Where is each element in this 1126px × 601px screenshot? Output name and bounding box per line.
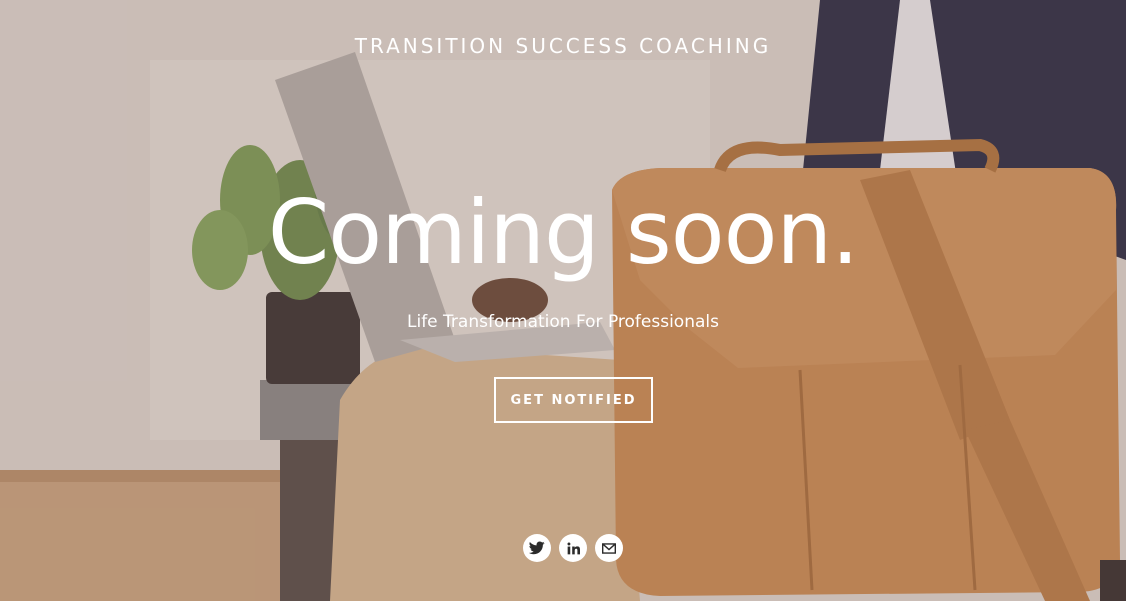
twitter-icon (529, 541, 545, 555)
page: TRANSITION SUCCESS COACHING Coming soon.… (0, 0, 1126, 601)
email-link[interactable] (595, 534, 623, 562)
linkedin-icon (567, 542, 580, 554)
social-links (523, 534, 623, 562)
twitter-link[interactable] (523, 534, 551, 562)
linkedin-link[interactable] (559, 534, 587, 562)
headline: Coming soon. (267, 181, 859, 284)
mail-icon (602, 542, 616, 554)
site-title-link[interactable]: TRANSITION SUCCESS COACHING (0, 34, 1126, 58)
get-notified-button[interactable]: GET NOTIFIED (494, 377, 653, 423)
dim-overlay (0, 0, 1126, 601)
subtitle: Life Transformation For Professionals (407, 312, 719, 332)
